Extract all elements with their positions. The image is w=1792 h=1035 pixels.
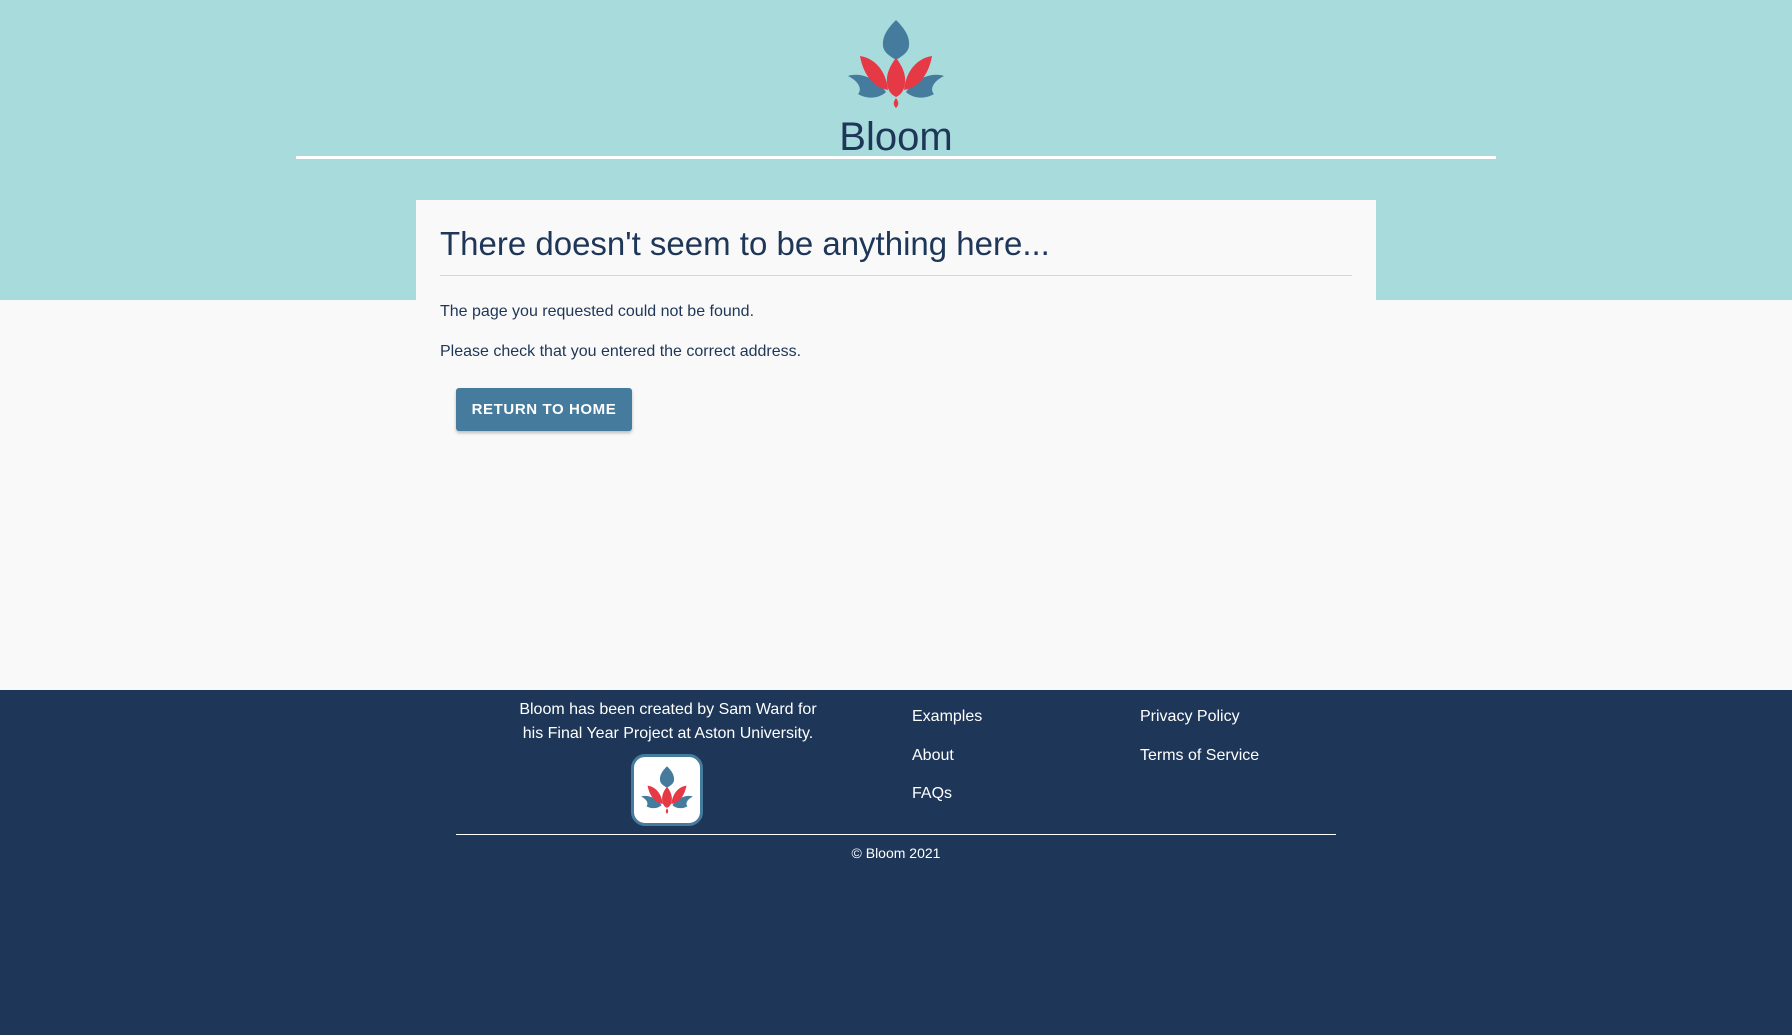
footer-link-examples[interactable]: Examples — [912, 705, 982, 729]
footer-divider — [456, 834, 1336, 835]
logo-wordmark: Bloom — [839, 115, 953, 159]
footer-link-terms-of-service[interactable]: Terms of Service — [1140, 744, 1259, 768]
return-to-home-button[interactable]: RETURN TO HOME — [456, 388, 632, 431]
home-logo-link[interactable]: Bloom — [836, 20, 956, 159]
lotus-icon — [848, 20, 944, 108]
footer-blurb: Bloom has been created by Sam Ward for h… — [519, 701, 817, 742]
footer-link-faqs[interactable]: FAQs — [912, 782, 952, 806]
header-divider — [296, 156, 1496, 159]
title-divider — [440, 275, 1352, 276]
page-title: There doesn't seem to be anything here..… — [440, 225, 1050, 262]
not-found-card: There doesn't seem to be anything here..… — [416, 200, 1376, 690]
footer-link-about[interactable]: About — [912, 744, 954, 768]
footer: Bloom has been created by Sam Ward for h… — [0, 690, 1792, 1035]
lotus-icon — [641, 766, 693, 814]
check-address-message: Please check that you entered the correc… — [440, 343, 802, 360]
footer-link-privacy-policy[interactable]: Privacy Policy — [1140, 705, 1240, 729]
footer-logo — [631, 754, 703, 826]
not-found-message: The page you requested could not be foun… — [440, 303, 755, 320]
copyright: © Bloom 2021 — [851, 845, 941, 861]
